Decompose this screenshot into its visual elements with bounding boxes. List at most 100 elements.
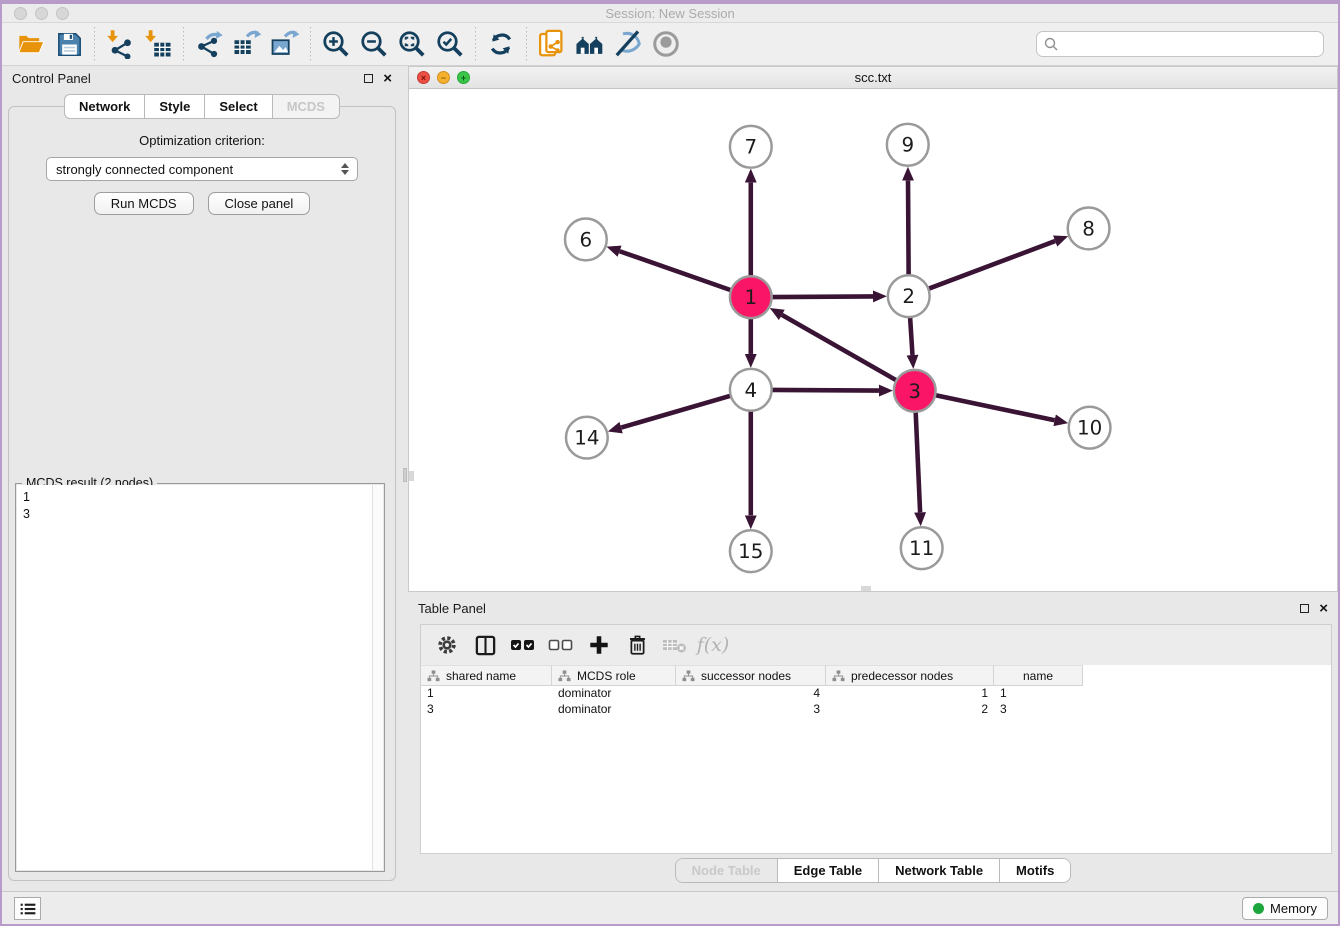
deselect-all-icon[interactable] xyxy=(547,631,575,659)
tab-network[interactable]: Network xyxy=(64,94,144,119)
edge-2-9[interactable] xyxy=(908,181,909,276)
zoom-in-icon[interactable] xyxy=(317,26,355,62)
close-panel-icon[interactable]: × xyxy=(383,74,392,83)
tab-network-table[interactable]: Network Table xyxy=(879,859,1000,882)
edge-3-1[interactable] xyxy=(782,315,897,381)
hide-graphics-icon[interactable] xyxy=(609,26,647,62)
node-label-14: 14 xyxy=(574,427,599,450)
table-cell[interactable]: dominator xyxy=(552,702,676,718)
open-folder-icon[interactable] xyxy=(12,26,50,62)
close-table-panel-icon[interactable]: × xyxy=(1319,604,1328,613)
column-header-successor-nodes[interactable]: successor nodes xyxy=(676,665,826,686)
tab-motifs[interactable]: Motifs xyxy=(1000,859,1070,882)
toolbar-separator xyxy=(526,27,527,61)
table-cell[interactable]: 1 xyxy=(994,686,1083,702)
scrollbar-nub[interactable] xyxy=(861,586,871,591)
float-panel-icon[interactable] xyxy=(364,74,373,83)
column-header-name[interactable]: name xyxy=(994,665,1083,686)
edge-2-8[interactable] xyxy=(928,241,1055,289)
table-cell[interactable]: dominator xyxy=(552,686,676,702)
column-header-MCDS-role[interactable]: MCDS role xyxy=(552,665,676,686)
table-cell[interactable]: 2 xyxy=(826,702,994,718)
table-panel-title: Table Panel xyxy=(418,601,1300,616)
network-canvas[interactable]: 7968124314101511 xyxy=(409,89,1337,591)
column-header-shared-name[interactable]: shared name xyxy=(421,665,552,686)
toolbar-separator xyxy=(183,27,184,61)
table-tabs: Node TableEdge TableNetwork TableMotifs xyxy=(408,858,1338,883)
close-panel-button[interactable]: Close panel xyxy=(208,192,311,215)
table-cell[interactable]: 4 xyxy=(676,686,826,702)
columns-icon[interactable] xyxy=(471,631,499,659)
import-network-icon[interactable] xyxy=(101,26,139,62)
clone-network-icon[interactable] xyxy=(533,26,571,62)
edge-3-10[interactable] xyxy=(935,395,1054,420)
refresh-layout-icon[interactable] xyxy=(482,26,520,62)
result-line: 3 xyxy=(23,506,377,523)
mcds-tab-content: Optimization criterion: strongly connect… xyxy=(8,106,396,881)
tab-node-table[interactable]: Node Table xyxy=(676,859,778,882)
edge-4-3[interactable] xyxy=(772,390,879,391)
zoom-fit-icon[interactable] xyxy=(393,26,431,62)
tab-select[interactable]: Select xyxy=(204,94,271,119)
table-cell[interactable]: 3 xyxy=(676,702,826,718)
scrollbar-nub[interactable] xyxy=(409,471,414,481)
window-title: Session: New Session xyxy=(2,6,1338,21)
network-graph[interactable]: 7968124314101511 xyxy=(409,89,1337,591)
node-label-7: 7 xyxy=(744,136,757,159)
result-line: 1 xyxy=(23,489,377,506)
criterion-value: strongly connected component xyxy=(56,162,339,177)
export-table-icon[interactable] xyxy=(228,26,266,62)
network-window: × − + scc.txt 7968124314101511 xyxy=(408,66,1338,592)
mcds-result-text[interactable]: 13 xyxy=(17,485,383,870)
tab-edge-table[interactable]: Edge Table xyxy=(778,859,879,882)
houses-icon[interactable] xyxy=(571,26,609,62)
result-scrollbar[interactable] xyxy=(372,485,383,870)
export-image-icon[interactable] xyxy=(266,26,304,62)
eye-icon[interactable] xyxy=(647,26,685,62)
tab-style[interactable]: Style xyxy=(144,94,204,119)
network-window-titlebar[interactable]: × − + scc.txt xyxy=(409,67,1337,89)
control-panel-title: Control Panel xyxy=(12,71,364,86)
run-mcds-button[interactable]: Run MCDS xyxy=(94,192,194,215)
table-row[interactable]: 3dominator323 xyxy=(421,702,1331,718)
toolbar-separator xyxy=(310,27,311,61)
splitter-handle[interactable] xyxy=(403,468,407,482)
task-history-button[interactable] xyxy=(14,897,41,920)
memory-button[interactable]: Memory xyxy=(1242,897,1328,920)
edge-3-11[interactable] xyxy=(916,412,920,513)
tab-mcds[interactable]: MCDS xyxy=(272,94,340,119)
table-cell[interactable]: 1 xyxy=(421,686,552,702)
edge-2-3[interactable] xyxy=(910,317,912,355)
node-table: f(x) shared nameMCDS rolesuccessor nodes… xyxy=(420,624,1332,854)
edge-1-2[interactable] xyxy=(772,296,873,297)
column-header-predecessor-nodes[interactable]: predecessor nodes xyxy=(826,665,994,686)
edge-4-14[interactable] xyxy=(621,396,731,428)
gear-icon[interactable] xyxy=(433,631,461,659)
network-window-title: scc.txt xyxy=(409,70,1337,85)
table-cell[interactable]: 3 xyxy=(421,702,552,718)
import-table-icon[interactable] xyxy=(139,26,177,62)
search-input[interactable] xyxy=(1059,37,1317,52)
float-table-panel-icon[interactable] xyxy=(1300,604,1309,613)
node-label-3: 3 xyxy=(908,380,921,403)
select-all-icon[interactable] xyxy=(509,631,537,659)
select-chevrons-icon xyxy=(339,163,351,175)
zoom-selected-icon[interactable] xyxy=(431,26,469,62)
table-cell[interactable]: 3 xyxy=(994,702,1083,718)
export-network-icon[interactable] xyxy=(190,26,228,62)
toolbar-separator xyxy=(475,27,476,61)
save-icon[interactable] xyxy=(50,26,88,62)
trash-icon[interactable] xyxy=(623,631,651,659)
criterion-select[interactable]: strongly connected component xyxy=(46,157,358,181)
fx-label: f(x) xyxy=(697,634,730,656)
table-cell[interactable]: 1 xyxy=(826,686,994,702)
node-label-4: 4 xyxy=(744,379,757,402)
memory-status-icon xyxy=(1253,903,1264,914)
add-icon[interactable] xyxy=(585,631,613,659)
delete-table-icon[interactable] xyxy=(661,631,689,659)
search-box[interactable] xyxy=(1036,31,1324,57)
fx-icon[interactable]: f(x) xyxy=(699,631,727,659)
zoom-out-icon[interactable] xyxy=(355,26,393,62)
edge-1-6[interactable] xyxy=(620,251,731,290)
table-row[interactable]: 1dominator411 xyxy=(421,686,1331,702)
